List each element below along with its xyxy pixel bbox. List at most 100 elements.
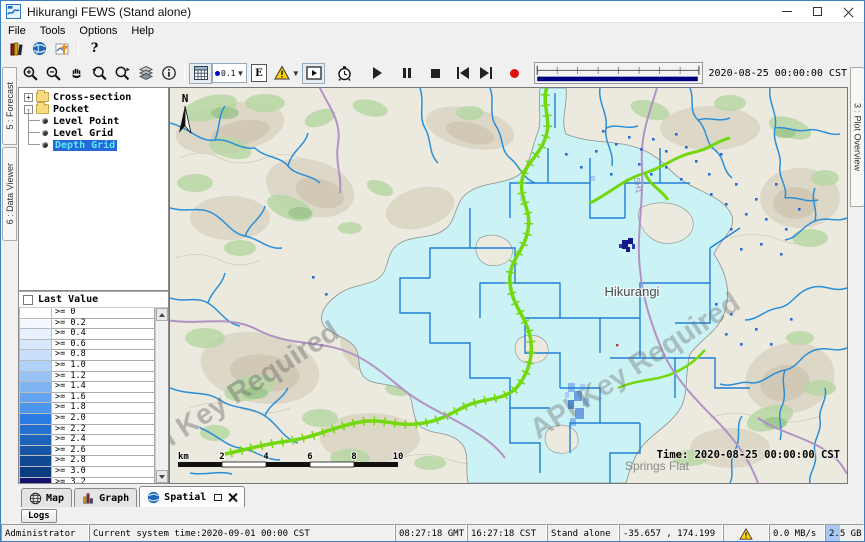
svg-text:4: 4 bbox=[263, 452, 269, 462]
timer-button[interactable] bbox=[333, 63, 356, 84]
time-slider[interactable] bbox=[534, 62, 702, 84]
legend-row[interactable]: >= 0.8 bbox=[19, 350, 155, 361]
legend-row[interactable]: >= 1.8 bbox=[19, 403, 155, 414]
stop-icon bbox=[431, 69, 440, 78]
skip-start-button[interactable] bbox=[451, 63, 474, 84]
skip-end-button[interactable] bbox=[474, 63, 497, 84]
wire-globe-icon bbox=[29, 492, 42, 505]
tree-node-label-selected: Depth Grid bbox=[53, 140, 117, 151]
legend-row-label: >= 3.0 bbox=[52, 467, 155, 478]
maximize-icon bbox=[813, 7, 822, 16]
database-books-icon bbox=[9, 41, 25, 57]
last-value-checkbox[interactable] bbox=[23, 295, 33, 305]
interval-dropdown[interactable]: 0.1 ▼ bbox=[212, 63, 247, 83]
legend-frame-button[interactable]: E bbox=[247, 63, 270, 84]
info-button[interactable] bbox=[157, 63, 180, 84]
tab-spatial[interactable]: Spatial bbox=[139, 486, 245, 507]
menu-item[interactable]: File bbox=[1, 25, 33, 37]
legend-row[interactable]: >= 2.2 bbox=[19, 425, 155, 436]
folder-icon bbox=[36, 92, 49, 102]
zoom-next-button[interactable] bbox=[111, 63, 134, 84]
maximize-button[interactable] bbox=[802, 1, 833, 22]
menu-item[interactable]: Tools bbox=[33, 25, 73, 37]
legend-row[interactable]: >= 1.4 bbox=[19, 382, 155, 393]
status-gmt-time: 08:27:18 GMT bbox=[395, 524, 467, 542]
legend-row[interactable]: >= 3.0 bbox=[19, 467, 155, 478]
grid-icon bbox=[193, 65, 209, 81]
help-icon: ? bbox=[91, 41, 99, 56]
legend-row[interactable]: >= 3.2 bbox=[19, 478, 155, 484]
pause-button[interactable] bbox=[395, 63, 418, 84]
left-tab-strip: 5 : Forecast 6 : Data Viewer bbox=[1, 87, 18, 484]
legend-row[interactable]: >= 2.6 bbox=[19, 446, 155, 457]
tab-plot-overview[interactable]: 3 : Plot Overview bbox=[850, 67, 865, 207]
legend-row[interactable]: >= 2.8 bbox=[19, 456, 155, 467]
layer-bullet-icon bbox=[42, 118, 48, 124]
legend-color-swatch bbox=[19, 446, 52, 457]
grid-display-button[interactable] bbox=[189, 63, 212, 84]
tree-node-depth-grid[interactable]: Depth Grid bbox=[22, 139, 168, 151]
legend-row[interactable]: >= 0.2 bbox=[19, 319, 155, 330]
main-content: 5 : Forecast 6 : Data Viewer + Cross-sec… bbox=[1, 87, 865, 484]
map-canvas[interactable]: API Key Required API Key Required Hikura… bbox=[169, 87, 848, 484]
legend-color-swatch bbox=[19, 425, 52, 436]
tree-node-level-grid[interactable]: Level Grid bbox=[22, 127, 168, 139]
legend-row[interactable]: >= 0.4 bbox=[19, 329, 155, 340]
menu-item[interactable]: Help bbox=[124, 25, 161, 37]
legend-row[interactable]: >= 2.4 bbox=[19, 435, 155, 446]
logs-button[interactable]: Logs bbox=[21, 509, 57, 523]
legend-color-swatch bbox=[19, 435, 52, 446]
tree-node-pocket[interactable]: - Pocket bbox=[22, 103, 168, 115]
help-button[interactable]: ? bbox=[83, 38, 106, 59]
tab-graph[interactable]: Graph bbox=[74, 488, 137, 507]
tab-data-viewer[interactable]: 6 : Data Viewer bbox=[2, 147, 17, 241]
zoom-previous-button[interactable] bbox=[88, 63, 111, 84]
legend-row[interactable]: >= 0 bbox=[19, 308, 155, 319]
close-button[interactable] bbox=[833, 1, 864, 22]
zoom-out-icon bbox=[45, 65, 62, 82]
tab-close-icon[interactable] bbox=[228, 493, 237, 502]
play-button[interactable] bbox=[366, 63, 389, 84]
legend-row[interactable]: >= 1.0 bbox=[19, 361, 155, 372]
legend-row-label: >= 0 bbox=[52, 308, 155, 319]
legend-row[interactable]: >= 2.0 bbox=[19, 414, 155, 425]
warning-dropdown-button[interactable]: ▼ bbox=[270, 63, 302, 84]
layers-button[interactable] bbox=[134, 63, 157, 84]
scroll-down-button[interactable] bbox=[156, 470, 168, 483]
legend-row[interactable]: >= 1.2 bbox=[19, 372, 155, 383]
main-toolbar: ? bbox=[1, 38, 864, 59]
legend-color-swatch bbox=[19, 319, 52, 330]
menu-item[interactable]: Options bbox=[72, 25, 124, 37]
chart-display-button[interactable] bbox=[51, 38, 74, 59]
legend-row[interactable]: >= 0.6 bbox=[19, 340, 155, 351]
zoom-next-icon bbox=[114, 65, 131, 82]
database-button[interactable] bbox=[5, 38, 28, 59]
legend-color-swatch bbox=[19, 456, 52, 467]
legend-row[interactable]: >= 1.6 bbox=[19, 393, 155, 404]
zoom-in-button[interactable] bbox=[19, 63, 42, 84]
view-tab-bar: Map Graph Spatial bbox=[1, 484, 864, 507]
layer-bullet-icon bbox=[42, 142, 48, 148]
record-button[interactable] bbox=[503, 63, 526, 84]
map-display-button[interactable] bbox=[28, 38, 51, 59]
stop-button[interactable] bbox=[424, 63, 447, 84]
pan-button[interactable] bbox=[65, 63, 88, 84]
tree-node-level-point[interactable]: Level Point bbox=[22, 115, 168, 127]
tab-restore-icon[interactable] bbox=[214, 494, 222, 501]
interval-dot-icon bbox=[215, 71, 220, 76]
status-warning-cell[interactable] bbox=[723, 524, 769, 542]
zoom-out-button[interactable] bbox=[42, 63, 65, 84]
expand-icon[interactable]: + bbox=[24, 93, 33, 102]
animation-frame-button[interactable] bbox=[302, 63, 325, 84]
legend-color-swatch bbox=[19, 350, 52, 361]
status-local-time: 16:27:18 CST bbox=[467, 524, 547, 542]
warning-icon bbox=[739, 528, 753, 540]
legend-scrollbar[interactable] bbox=[155, 308, 168, 483]
scroll-up-button[interactable] bbox=[156, 308, 168, 321]
chart-up-arrow-icon bbox=[55, 41, 71, 57]
tab-forecast[interactable]: 5 : Forecast bbox=[2, 67, 17, 145]
tab-map[interactable]: Map bbox=[21, 488, 72, 507]
map-time-label: Time: 2020-08-25 00:00:00 CST bbox=[657, 449, 840, 461]
minimize-button[interactable] bbox=[771, 1, 802, 22]
legend-color-swatch bbox=[19, 403, 52, 414]
